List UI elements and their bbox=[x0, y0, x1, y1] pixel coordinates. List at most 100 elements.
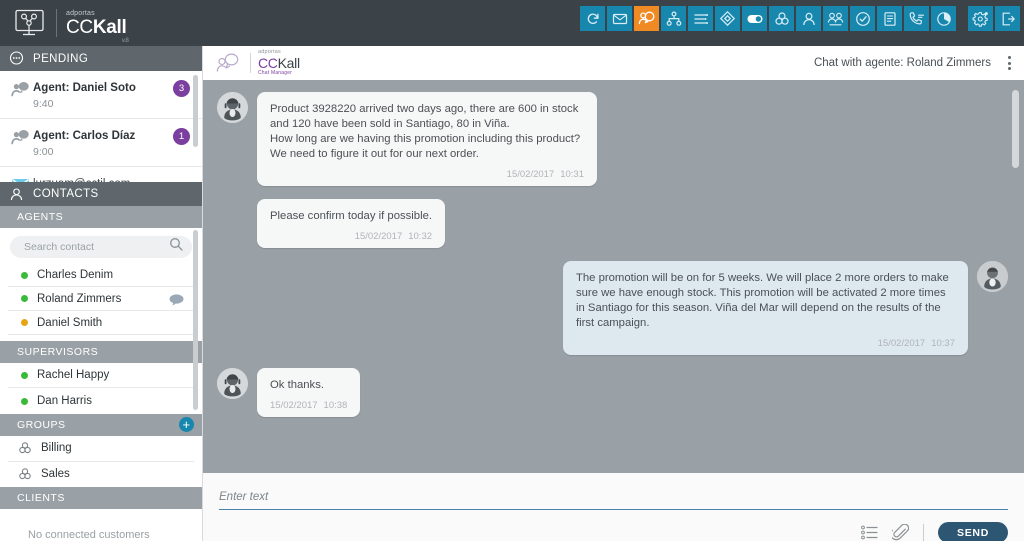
groups-title: GROUPS bbox=[17, 418, 66, 431]
message-date: 15/02/2017 bbox=[877, 338, 926, 349]
app-root: adportas CCKall v.8 PENDING Agent: Danie… bbox=[0, 0, 1024, 541]
message-text: Ok thanks. bbox=[270, 379, 324, 391]
group-item-billing[interactable]: Billing bbox=[8, 436, 194, 462]
contact-item-rachel-happy[interactable]: Rachel Happy bbox=[8, 363, 194, 389]
chat-logo-divider bbox=[250, 53, 251, 73]
pending-list: Agent: Daniel Soto 9:40 3 Agent: Carlos … bbox=[0, 71, 202, 182]
toolbar-refresh-button[interactable] bbox=[580, 6, 605, 31]
toolbar-system-group bbox=[968, 6, 1020, 31]
contact-item-daniel-smith[interactable]: Daniel Smith bbox=[8, 311, 194, 335]
contact-name: Dan Harris bbox=[37, 395, 92, 408]
toolbar-teams-button[interactable] bbox=[823, 6, 848, 31]
chat-header: adportas CCKall Chat Manager Chat with a… bbox=[203, 46, 1024, 80]
toolbar-status-toggle-button[interactable] bbox=[742, 6, 767, 31]
kebab-menu-icon[interactable] bbox=[1005, 52, 1014, 74]
contact-name: Daniel Smith bbox=[37, 316, 103, 329]
message-time: 10:31 bbox=[560, 169, 584, 180]
message-row: Please confirm today if possible. 15/02/… bbox=[257, 199, 1008, 248]
pending-item-badge: 3 bbox=[173, 80, 190, 97]
message-timestamp: 15/02/2017 10:31 bbox=[270, 169, 584, 180]
contacts-section-header: CONTACTS bbox=[0, 182, 202, 206]
message-time: 10:37 bbox=[931, 338, 955, 349]
contacts-title: CONTACTS bbox=[33, 188, 99, 200]
chat-manager-logo: adportas CCKall Chat Manager bbox=[215, 49, 300, 77]
paperclip-icon[interactable] bbox=[892, 523, 910, 541]
add-group-button[interactable]: + bbox=[179, 417, 194, 433]
toolbar-groups-button[interactable] bbox=[769, 6, 794, 31]
toolbar-queue-list-button[interactable] bbox=[688, 6, 713, 31]
chat-panel: adportas CCKall Chat Manager Chat with a… bbox=[202, 46, 1024, 541]
toolbar-tasks-button[interactable] bbox=[850, 6, 875, 31]
toolbar-mail-button[interactable] bbox=[607, 6, 632, 31]
chat-manager-icon bbox=[215, 50, 243, 76]
group-item-sales[interactable]: Sales bbox=[8, 462, 194, 488]
toolbar-settings-button[interactable] bbox=[968, 6, 993, 31]
toolbar-org-tree-button[interactable] bbox=[661, 6, 686, 31]
search-icon[interactable] bbox=[169, 237, 183, 256]
toolbar-user-button[interactable] bbox=[796, 6, 821, 31]
pending-item[interactable]: Agent: Carlos Díaz 9:00 1 bbox=[0, 119, 202, 167]
pending-item[interactable]: lurzuam@cctil.com 8:00 RE: information o… bbox=[0, 167, 202, 182]
message-date: 15/02/2017 bbox=[354, 231, 403, 242]
agent-avatar bbox=[217, 92, 248, 123]
brand-title-a: CC bbox=[66, 16, 93, 38]
toolbar-call-transfer-button[interactable] bbox=[904, 6, 929, 31]
pending-item-text: Agent: Carlos Díaz 9:00 bbox=[33, 126, 173, 159]
composer-actions: SEND bbox=[219, 522, 1008, 541]
composer-divider bbox=[923, 523, 925, 541]
clients-subsection-header: CLIENTS bbox=[0, 487, 202, 510]
agents-title: AGENTS bbox=[17, 210, 64, 223]
message-bubble: Ok thanks. 15/02/2017 10:38 bbox=[257, 368, 361, 417]
chat-logo-title-b: Kall bbox=[277, 55, 300, 72]
agent-avatar bbox=[217, 368, 248, 399]
chat-bubble-icon bbox=[9, 51, 24, 66]
message-time: 10:32 bbox=[408, 231, 433, 242]
chat-header-title: Chat with agente: Roland Zimmers bbox=[813, 57, 991, 69]
toolbar-statistics-button[interactable] bbox=[931, 6, 956, 31]
templates-list-icon[interactable] bbox=[861, 525, 878, 540]
search-input[interactable] bbox=[24, 240, 144, 253]
group-icon bbox=[18, 441, 33, 455]
composer-input-line bbox=[219, 487, 1008, 510]
pending-item-time: 9:00 bbox=[33, 146, 54, 158]
brand-title: CCKall v.8 bbox=[66, 16, 129, 44]
brand-text: adportas CCKall v.8 bbox=[66, 9, 129, 44]
toolbar-reports-button[interactable] bbox=[877, 6, 902, 31]
toolbar-campaigns-button[interactable] bbox=[715, 6, 740, 31]
message-timestamp: 15/02/2017 10:38 bbox=[270, 400, 347, 411]
send-button[interactable]: SEND bbox=[938, 522, 1008, 541]
toolbar-main-group bbox=[580, 6, 956, 31]
brand-divider bbox=[56, 9, 57, 37]
contacts-scrollbar[interactable] bbox=[193, 230, 198, 410]
chat-logo-title-a: CC bbox=[258, 55, 278, 72]
pending-item-name: Agent: Daniel Soto bbox=[33, 82, 136, 94]
pending-scrollbar[interactable] bbox=[193, 75, 198, 147]
contact-item-dan-harris[interactable]: Dan Harris bbox=[8, 388, 194, 414]
contact-name: Charles Denim bbox=[37, 269, 114, 282]
toolbar-agent-chat-button[interactable] bbox=[634, 6, 659, 31]
message-input[interactable] bbox=[219, 491, 1008, 503]
group-icon bbox=[18, 467, 33, 481]
chat-scrollbar[interactable] bbox=[1012, 90, 1019, 168]
contact-item-roland-zimmers[interactable]: Roland Zimmers bbox=[8, 287, 194, 312]
search-box[interactable] bbox=[10, 235, 192, 258]
group-name: Billing bbox=[41, 442, 72, 455]
toolbar-logout-button[interactable] bbox=[995, 6, 1020, 31]
active-chat-icon[interactable] bbox=[169, 293, 184, 306]
contacts-person-icon bbox=[9, 187, 24, 202]
network-logo-icon bbox=[10, 6, 52, 40]
pending-item[interactable]: Agent: Daniel Soto 9:40 3 bbox=[0, 71, 202, 119]
message-date: 15/02/2017 bbox=[506, 169, 555, 180]
chat-logo-text: adportas CCKall Chat Manager bbox=[258, 49, 300, 77]
message-date: 15/02/2017 bbox=[270, 400, 318, 411]
pending-item-name: Agent: Carlos Díaz bbox=[33, 130, 136, 142]
pending-item-time: 9:40 bbox=[33, 98, 54, 110]
contact-item-charles-denim[interactable]: Charles Denim bbox=[8, 264, 194, 288]
top-bar: adportas CCKall v.8 bbox=[0, 0, 1024, 46]
supervisor-avatar bbox=[977, 261, 1008, 292]
agents-subsection-header: AGENTS bbox=[0, 206, 202, 228]
clients-title: CLIENTS bbox=[17, 492, 65, 505]
brand-supertitle: adportas bbox=[66, 9, 95, 17]
message-row: Product 3928220 arrived two days ago, th… bbox=[217, 92, 1008, 186]
pending-item-text: lurzuam@cctil.com 8:00 RE: information o… bbox=[33, 174, 194, 182]
